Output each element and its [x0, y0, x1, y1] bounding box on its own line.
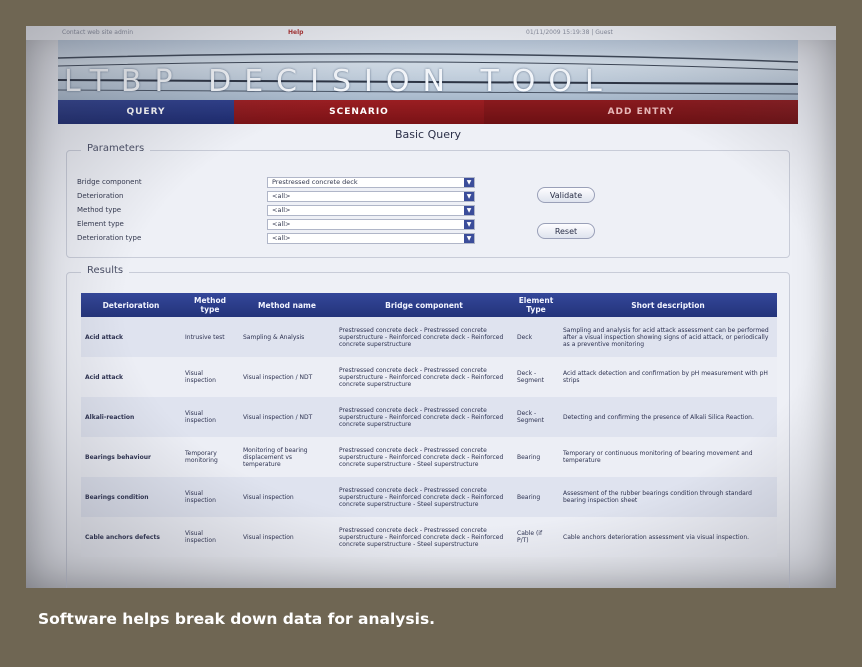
cell-deterioration: Cable anchors defects [81, 517, 181, 557]
cell-method-type: Visual inspection [181, 517, 239, 557]
app-banner: LTBP DECISION TOOL [58, 40, 798, 100]
cell-method-name: Monitoring of bearing displacement vs te… [239, 437, 335, 477]
monitor-screen: Contact web site admin Help 01/11/2009 1… [26, 26, 836, 588]
cell-method-name: Visual inspection / NDT [239, 357, 335, 397]
deterioration-type-select[interactable]: <all> ▼ [267, 233, 475, 244]
cell-deterioration: Alkali-reaction [81, 397, 181, 437]
cell-method-type: Visual inspection [181, 397, 239, 437]
cell-bridge-component: Prestressed concrete deck - Prestressed … [335, 317, 513, 357]
top-strip: Contact web site admin Help 01/11/2009 1… [26, 26, 836, 40]
table-row[interactable]: Bearings condition Visual inspection Visua… [81, 477, 777, 517]
table-header-row: Deterioration Method type Method name Br… [81, 293, 777, 317]
cell-description: Acid attack detection and confirmation b… [559, 357, 777, 397]
cell-element-type: Deck [513, 317, 559, 357]
bridge-component-select[interactable]: Prestressed concrete deck ▼ [267, 177, 475, 188]
chevron-down-icon[interactable]: ▼ [464, 206, 474, 215]
param-label: Element type [77, 220, 124, 228]
cell-element-type: Bearing [513, 437, 559, 477]
param-row-deterioration-type: Deterioration type <all> ▼ [77, 233, 477, 245]
table-row[interactable]: Acid attack Intrusive test Sampling & Anal… [81, 317, 777, 357]
cell-bridge-component: Prestressed concrete deck - Prestressed … [335, 477, 513, 517]
table-row[interactable]: Alkali-reaction Visual inspection Visual i… [81, 397, 777, 437]
cell-method-name: Sampling & Analysis [239, 317, 335, 357]
cell-method-name: Visual inspection / NDT [239, 397, 335, 437]
main-nav: QUERY SCENARIO ADD ENTRY [58, 100, 798, 124]
deterioration-select[interactable]: <all> ▼ [267, 191, 475, 202]
results-legend: Results [81, 265, 130, 276]
tab-query[interactable]: QUERY [58, 100, 234, 124]
session-status: 01/11/2009 15:19:38 | Guest [526, 29, 613, 36]
cell-element-type: Cable (if P/T) [513, 517, 559, 557]
cell-method-type: Intrusive test [181, 317, 239, 357]
col-method-name[interactable]: Method name [239, 293, 335, 317]
tab-scenario[interactable]: SCENARIO [234, 100, 484, 124]
col-bridge-component[interactable]: Bridge component [335, 293, 513, 317]
validate-button[interactable]: Validate [537, 187, 595, 203]
cell-deterioration: Acid attack [81, 357, 181, 397]
col-method-type[interactable]: Method type [181, 293, 239, 317]
cell-method-type: Temporary monitoring [181, 437, 239, 477]
results-panel: Results Deterioration Method type Method… [66, 265, 790, 588]
col-short-description[interactable]: Short description [559, 293, 777, 317]
cell-deterioration: Bearings behaviour [81, 437, 181, 477]
element-type-select[interactable]: <all> ▼ [267, 219, 475, 230]
cell-description: Assessment of the rubber bearings condit… [559, 477, 777, 517]
chevron-down-icon[interactable]: ▼ [464, 234, 474, 243]
table-row[interactable]: Cable anchors defects Visual inspection Vi… [81, 517, 777, 557]
method-type-select[interactable]: <all> ▼ [267, 205, 475, 216]
reset-button[interactable]: Reset [537, 223, 595, 239]
cell-deterioration: Bearings condition [81, 477, 181, 517]
table-row[interactable]: Acid attack Visual inspection Visual inspe… [81, 357, 777, 397]
app-title: LTBP DECISION TOOL [64, 64, 615, 99]
cell-element-type: Deck - Segment [513, 397, 559, 437]
tab-add-entry[interactable]: ADD ENTRY [484, 100, 798, 124]
cell-bridge-component: Prestressed concrete deck - Prestressed … [335, 437, 513, 477]
cell-bridge-component: Prestressed concrete deck - Prestressed … [335, 357, 513, 397]
parameters-panel: Parameters Bridge component Prestressed … [66, 143, 790, 258]
cell-bridge-component: Prestressed concrete deck - Prestressed … [335, 397, 513, 437]
parameters-legend: Parameters [81, 143, 151, 154]
param-row-element-type: Element type <all> ▼ [77, 219, 477, 231]
cell-method-name: Visual inspection [239, 477, 335, 517]
select-value: Prestressed concrete deck [272, 178, 358, 186]
select-value: <all> [272, 192, 291, 200]
cell-deterioration: Acid attack [81, 317, 181, 357]
cell-description: Temporary or continuous monitoring of be… [559, 437, 777, 477]
param-row-bridge-component: Bridge component Prestressed concrete de… [77, 177, 477, 189]
param-row-deterioration: Deterioration <all> ▼ [77, 191, 477, 203]
cell-method-name: Visual inspection [239, 517, 335, 557]
table-row[interactable]: Bearings behaviour Temporary monitoring Mo… [81, 437, 777, 477]
cell-method-type: Visual inspection [181, 357, 239, 397]
param-label: Deterioration type [77, 234, 142, 242]
cell-description: Detecting and confirming the presence of… [559, 397, 777, 437]
param-label: Bridge component [77, 178, 142, 186]
chevron-down-icon[interactable]: ▼ [464, 178, 474, 187]
cell-method-type: Visual inspection [181, 477, 239, 517]
param-label: Deterioration [77, 192, 124, 200]
cell-element-type: Bearing [513, 477, 559, 517]
param-row-method-type: Method type <all> ▼ [77, 205, 477, 217]
chevron-down-icon[interactable]: ▼ [464, 192, 474, 201]
contact-admin-link[interactable]: Contact web site admin [62, 29, 133, 36]
cell-bridge-component: Prestressed concrete deck - Prestressed … [335, 517, 513, 557]
param-label: Method type [77, 206, 122, 214]
page-title: Basic Query [394, 128, 462, 141]
col-deterioration[interactable]: Deterioration [81, 293, 181, 317]
cell-description: Sampling and analysis for acid attack as… [559, 317, 777, 357]
photo-caption: Software helps break down data for analy… [38, 610, 436, 628]
cell-description: Cable anchors deterioration assessment v… [559, 517, 777, 557]
select-value: <all> [272, 234, 291, 242]
col-element-type[interactable]: Element Type [513, 293, 559, 317]
help-link[interactable]: Help [288, 29, 303, 36]
results-table: Deterioration Method type Method name Br… [81, 293, 777, 557]
cell-element-type: Deck - Segment [513, 357, 559, 397]
chevron-down-icon[interactable]: ▼ [464, 220, 474, 229]
select-value: <all> [272, 206, 291, 214]
select-value: <all> [272, 220, 291, 228]
results-body: Acid attack Intrusive test Sampling & Anal… [81, 317, 777, 557]
